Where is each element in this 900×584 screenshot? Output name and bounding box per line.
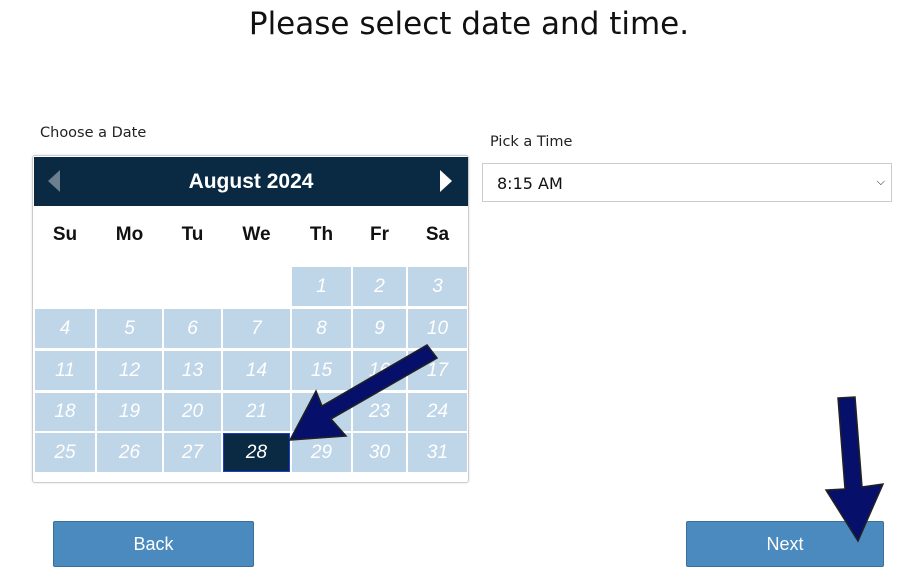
- calendar-day[interactable]: 7: [223, 309, 290, 348]
- calendar-day[interactable]: 19: [97, 393, 162, 431]
- calendar-day[interactable]: 13: [164, 351, 221, 390]
- date-picker: August 2024 Su Mo Tu We Th Fr Sa 1 2 3 4 5 6 7 8 9 10 11 1…: [32, 155, 469, 483]
- calendar-day[interactable]: 27: [164, 433, 221, 472]
- calendar-day[interactable]: 22: [292, 393, 351, 431]
- calendar-day[interactable]: 9: [353, 309, 406, 348]
- selected-day[interactable]: 28: [223, 433, 290, 472]
- calendar-day[interactable]: 18: [35, 393, 95, 431]
- calendar-day[interactable]: 12: [97, 351, 162, 390]
- weekday-sa: Sa: [425, 224, 450, 245]
- calendar-day[interactable]: 1: [292, 267, 351, 306]
- calendar-day[interactable]: 6: [164, 309, 221, 348]
- pick-time-label: Pick a Time: [490, 134, 573, 150]
- month-title: August 2024: [188, 170, 314, 193]
- calendar-day[interactable]: 4: [35, 309, 95, 348]
- calendar-day[interactable]: 16: [353, 351, 406, 390]
- time-select[interactable]: 8:15 AM ⌵: [482, 163, 892, 202]
- weekday-we: We: [242, 224, 271, 245]
- calendar-day[interactable]: 26: [97, 433, 162, 472]
- weekday-mo: Mo: [115, 224, 144, 245]
- weekday-tu: Tu: [181, 224, 204, 245]
- calendar-day[interactable]: 3: [408, 267, 467, 306]
- calendar-day[interactable]: 24: [408, 393, 467, 431]
- page-title: Please select date and time.: [248, 6, 690, 42]
- next-month-icon[interactable]: [440, 170, 452, 192]
- calendar-day[interactable]: 11: [35, 351, 95, 390]
- chevron-down-icon: ⌵: [876, 175, 885, 188]
- calendar-day[interactable]: 30: [353, 433, 406, 472]
- calendar-day[interactable]: 14: [223, 351, 290, 390]
- weekday-th: Th: [309, 224, 334, 245]
- calendar-day[interactable]: 10: [408, 309, 467, 348]
- calendar-day[interactable]: 8: [292, 309, 351, 348]
- choose-date-label: Choose a Date: [40, 125, 147, 141]
- back-button[interactable]: Back: [53, 521, 254, 567]
- next-button[interactable]: Next: [686, 521, 884, 567]
- calendar-day[interactable]: 20: [164, 393, 221, 431]
- calendar-header: August 2024: [34, 157, 468, 206]
- calendar-day[interactable]: 23: [353, 393, 406, 431]
- calendar-day[interactable]: 17: [408, 351, 467, 390]
- calendar-day[interactable]: 2: [353, 267, 406, 306]
- arrow-to-next-icon: [824, 396, 885, 543]
- calendar-day[interactable]: 31: [408, 433, 467, 472]
- calendar-day[interactable]: 15: [292, 351, 351, 390]
- calendar-day[interactable]: 21: [223, 393, 290, 431]
- weekday-fr: Fr: [370, 224, 389, 245]
- time-select-value: 8:15 AM: [497, 174, 563, 193]
- weekday-su: Su: [52, 224, 78, 245]
- calendar-day[interactable]: 5: [97, 309, 162, 348]
- calendar-day[interactable]: 29: [292, 433, 351, 472]
- calendar-day[interactable]: 25: [35, 433, 95, 472]
